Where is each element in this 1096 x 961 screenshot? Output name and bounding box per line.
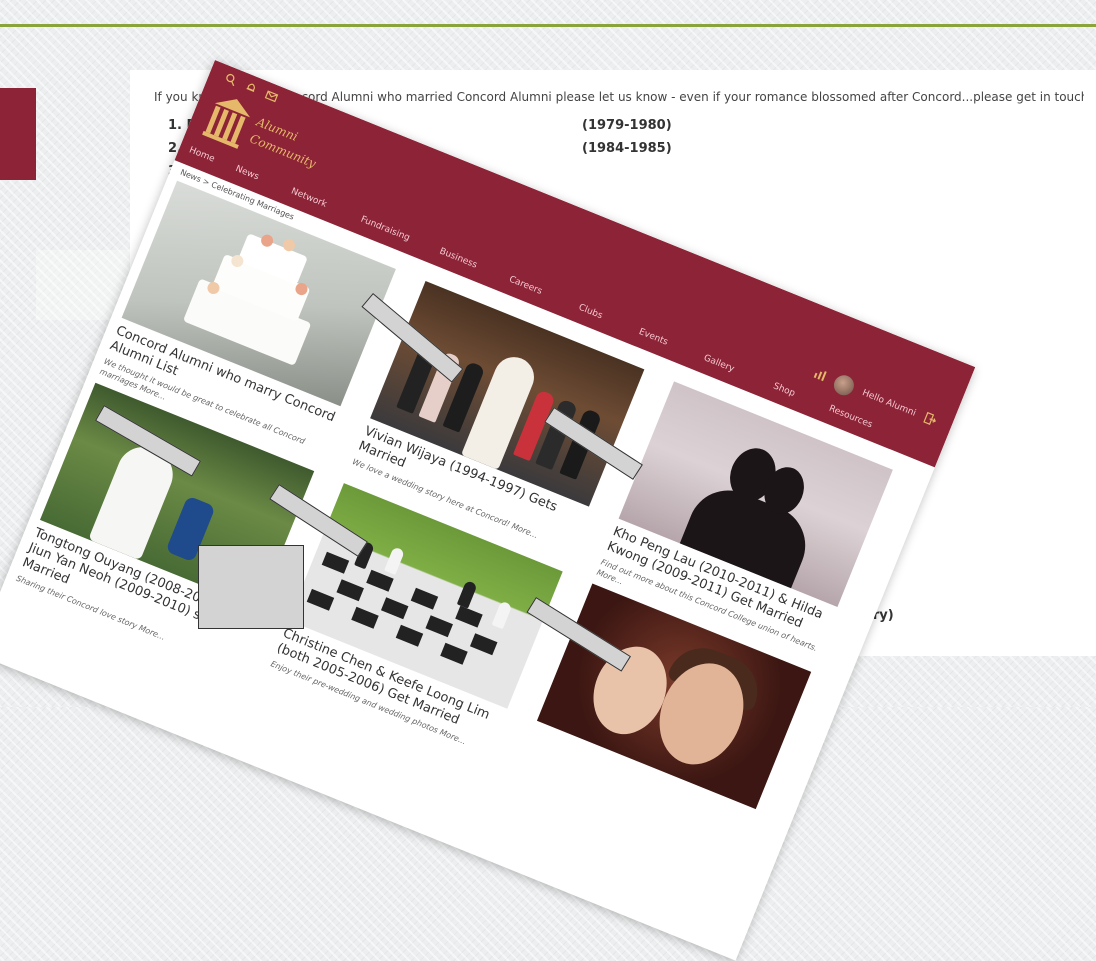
avatar[interactable] xyxy=(830,372,857,399)
bell-icon[interactable] xyxy=(243,80,259,96)
nav-home[interactable]: Home xyxy=(188,145,216,164)
nav-shop[interactable]: Shop xyxy=(772,381,797,399)
nav-careers[interactable]: Careers xyxy=(507,275,543,297)
nav-fundraising[interactable]: Fundraising xyxy=(359,215,411,244)
chart-icon[interactable] xyxy=(811,366,828,384)
mail-icon[interactable] xyxy=(264,88,280,104)
nav-news[interactable]: News xyxy=(234,164,260,182)
redaction-box xyxy=(198,545,304,629)
logout-icon[interactable] xyxy=(922,411,939,429)
list-item-text: (1979-1980) xyxy=(582,118,672,133)
search-icon[interactable] xyxy=(223,72,239,88)
nav-gallery[interactable]: Gallery xyxy=(702,353,735,374)
accent-block xyxy=(0,88,36,180)
list-item-text: (1984-1985) xyxy=(582,141,672,156)
header-divider xyxy=(0,24,1096,27)
nav-resources[interactable]: Resources xyxy=(827,404,873,430)
nav-events[interactable]: Events xyxy=(637,327,669,348)
nav-clubs[interactable]: Clubs xyxy=(577,303,604,322)
greeting: Hello Alumni xyxy=(860,388,918,419)
nav-business[interactable]: Business xyxy=(438,246,479,270)
